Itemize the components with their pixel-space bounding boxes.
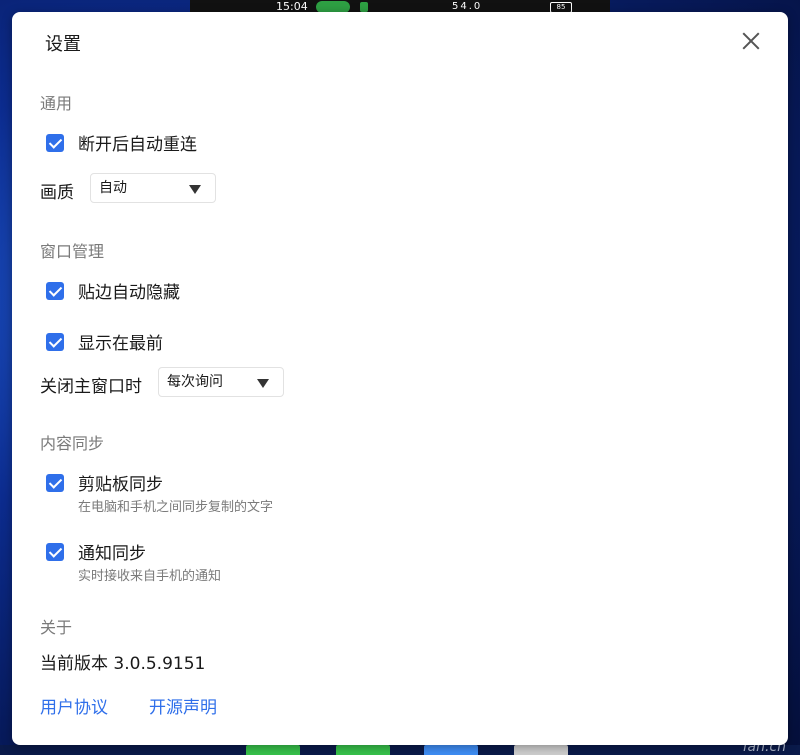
taskbar-phone-icon[interactable] (246, 745, 300, 755)
settings-dialog: 设置 通用 断开后自动重连 画质 自动 窗口管理 贴边自动隐藏 显示在最前 关闭… (12, 12, 788, 745)
close-icon[interactable] (738, 28, 764, 54)
notification-sync-description: 实时接收来自手机的通知 (78, 569, 222, 584)
quality-value: 自动 (99, 180, 127, 196)
dropdown-arrow-icon (257, 379, 269, 388)
taskbar-message-icon[interactable] (336, 745, 390, 755)
quality-label: 画质 (40, 183, 74, 203)
dialog-title: 设置 (45, 34, 81, 55)
clipboard-sync-checkbox[interactable]: 剪贴板同步 (46, 470, 163, 495)
clipboard-sync-description: 在电脑和手机之间同步复制的文字 (78, 500, 274, 515)
taskbar-app-icon[interactable] (424, 745, 478, 755)
checkbox-checked-icon[interactable] (46, 133, 64, 152)
notification-sync-label: 通知同步 (78, 544, 146, 564)
signal-value: 54.0 (452, 1, 483, 12)
close-main-window-value: 每次询问 (167, 374, 223, 390)
section-window-heading: 窗口管理 (40, 242, 105, 261)
notification-sync-checkbox[interactable]: 通知同步 (46, 539, 146, 564)
quality-select[interactable]: 自动 (90, 173, 216, 203)
auto-reconnect-checkbox[interactable]: 断开后自动重连 (46, 130, 197, 155)
taskbar (0, 745, 800, 755)
edge-hide-checkbox[interactable]: 贴边自动隐藏 (46, 278, 180, 303)
edge-hide-label: 贴边自动隐藏 (78, 283, 180, 303)
taskbar-camera-icon[interactable] (514, 745, 568, 755)
always-on-top-checkbox[interactable]: 显示在最前 (46, 329, 163, 354)
checkbox-checked-icon[interactable] (46, 281, 64, 300)
clipboard-sync-label: 剪贴板同步 (78, 475, 163, 495)
section-sync-heading: 内容同步 (40, 434, 105, 453)
checkbox-checked-icon[interactable] (46, 542, 64, 561)
checkbox-checked-icon[interactable] (46, 473, 64, 492)
close-main-window-select[interactable]: 每次询问 (158, 367, 284, 397)
dropdown-arrow-icon (189, 185, 201, 194)
checkbox-checked-icon[interactable] (46, 332, 64, 351)
version-text: 当前版本 3.0.5.9151 (40, 654, 206, 674)
always-on-top-label: 显示在最前 (78, 334, 163, 354)
close-main-window-label: 关闭主窗口时 (40, 377, 142, 397)
user-agreement-link[interactable]: 用户协议 (40, 693, 108, 718)
auto-reconnect-label: 断开后自动重连 (78, 135, 197, 155)
section-about-heading: 关于 (40, 618, 73, 637)
app-indicator-icon (360, 2, 368, 12)
section-general-heading: 通用 (40, 94, 73, 113)
open-source-link[interactable]: 开源声明 (149, 693, 217, 718)
